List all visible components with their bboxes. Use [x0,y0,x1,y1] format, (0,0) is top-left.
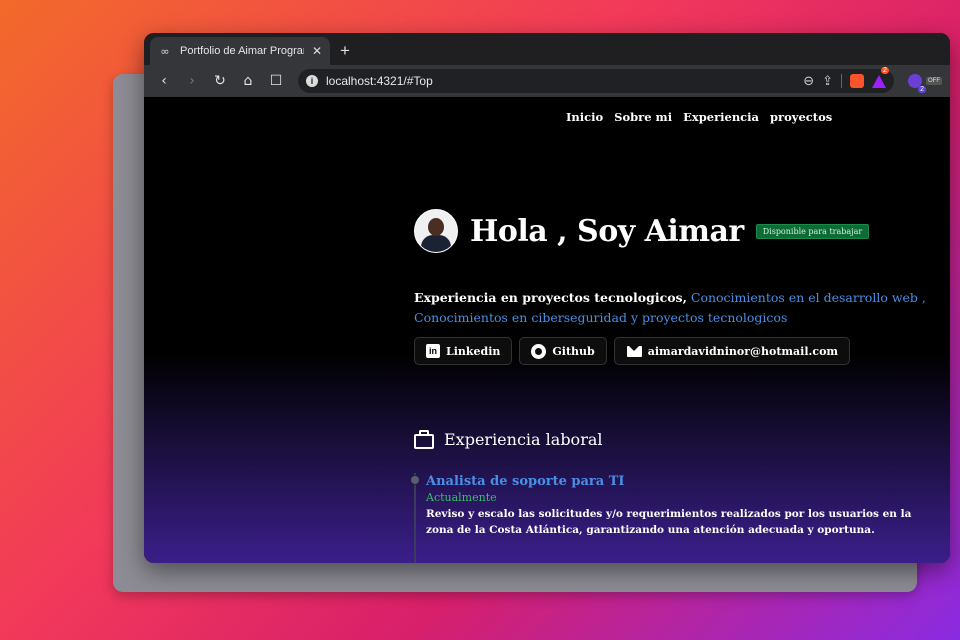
linkedin-button[interactable]: in Linkedin [414,337,513,365]
site-info-icon[interactable]: i [306,75,318,87]
hero-title: Hola , Soy Aimar [470,213,744,249]
extension-badge: 2 [918,86,926,93]
tab-bar: ∞ Portfolio de Aimar Programador ✕ + [144,33,950,65]
brave-rewards-icon[interactable]: 2 [872,66,889,88]
timeline-line [414,473,416,563]
availability-badge: Disponible para trabajar [755,223,870,239]
nav-link-experiencia[interactable]: Experiencia [683,110,759,124]
contact-links: in Linkedin Github aimardavidninor@hotma… [414,337,851,365]
intro-part-1: Experiencia en proyectos tecnologicos, [414,290,687,305]
divider [841,74,842,88]
tab-favicon-icon: ∞ [160,44,170,58]
job-description: Reviso y escalo las solicitudes y/o requ… [426,508,912,536]
extensions-area: 2 OFF [908,74,942,93]
forward-button[interactable]: › [180,69,204,93]
browser-window: ∞ Portfolio de Aimar Programador ✕ + ‹ ›… [144,33,950,563]
github-button[interactable]: Github [519,337,607,365]
intro-text: Experiencia en proyectos tecnologicos, C… [414,288,934,328]
experience-title: Experiencia laboral [444,430,603,449]
job-date: Actualmente [426,491,497,504]
nav-link-proyectos[interactable]: proyectos [770,110,832,124]
github-icon [531,343,547,359]
nav-link-inicio[interactable]: Inicio [566,110,603,124]
extension-off-badge[interactable]: OFF [926,77,942,85]
avatar-body [421,235,451,252]
hero-section: Hola , Soy Aimar Disponible para trabaja… [414,209,870,253]
job-title: Analista de soporte para TI [426,474,625,489]
address-bar[interactable]: i localhost:4321/#Top ⊖ ⇪ 2 [298,66,894,93]
github-label: Github [552,344,595,358]
back-button[interactable]: ‹ [152,69,176,93]
reload-button[interactable]: ↻ [208,69,232,93]
new-tab-button[interactable]: + [340,37,350,65]
page-content: Inicio Sobre mi Experiencia proyectos Ho… [144,97,950,563]
zoom-icon[interactable]: ⊖ [803,74,814,89]
browser-toolbar: ‹ › ↻ ⌂ ☐ i localhost:4321/#Top ⊖ ⇪ 2 2 … [144,65,950,97]
site-nav: Inicio Sobre mi Experiencia proyectos [566,110,832,124]
extension-icon[interactable]: 2 [908,74,926,93]
email-button[interactable]: aimardavidninor@hotmail.com [613,337,851,365]
linkedin-icon: in [426,344,440,358]
url-text[interactable]: localhost:4321/#Top [326,74,795,88]
brave-shields-icon[interactable] [850,74,864,88]
mail-icon [626,345,642,357]
tab-title: Portfolio de Aimar Programador [180,45,304,57]
job-entry: Analista de soporte para TI Actualmente … [426,474,936,538]
nav-link-sobre-mi[interactable]: Sobre mi [614,110,672,124]
avatar-face [428,218,444,236]
email-label: aimardavidninor@hotmail.com [647,344,839,358]
bookmark-icon[interactable]: ☐ [264,69,288,93]
briefcase-icon [414,430,434,449]
avatar [414,209,458,253]
experience-heading: Experiencia laboral [414,430,603,449]
share-icon[interactable]: ⇪ [822,74,833,89]
timeline-dot [410,475,420,485]
tab-close-icon[interactable]: ✕ [312,44,322,58]
linkedin-label: Linkedin [446,344,501,358]
rewards-count-badge: 2 [881,66,889,74]
home-button[interactable]: ⌂ [236,69,260,93]
browser-tab[interactable]: ∞ Portfolio de Aimar Programador ✕ [150,37,330,65]
